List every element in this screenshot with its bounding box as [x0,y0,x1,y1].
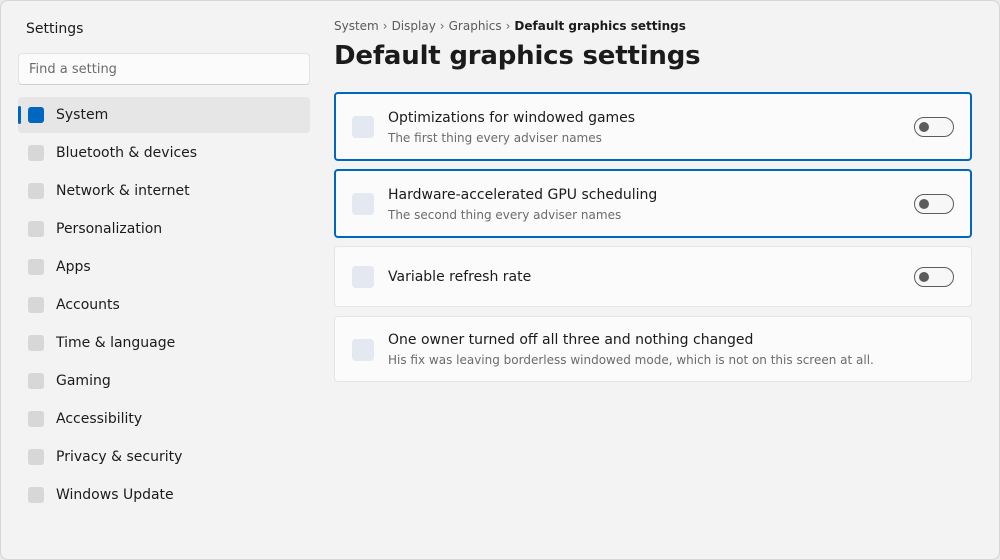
page-title: Default graphics settings [334,41,701,71]
setting-card-note: One owner turned off all three and nothi… [334,316,972,382]
breadcrumb-separator: › [439,19,445,33]
breadcrumb-separator: › [505,19,511,33]
update-icon [28,487,44,503]
setting-title: Optimizations for windowed games [388,110,636,126]
setting-subtitle: The second thing every adviser names [388,208,622,222]
shield-icon [28,449,44,465]
setting-icon [352,116,374,138]
setting-title: One owner turned off all three and nothi… [388,332,754,348]
sidebar-item-privacy-security[interactable]: Privacy & security [18,439,310,475]
sidebar-item-label: Bluetooth & devices [56,145,198,161]
breadcrumb-link-graphics[interactable]: Graphics [449,19,502,33]
sidebar-item-system[interactable]: System [18,97,310,133]
system-icon [28,107,44,123]
setting-card-gpu-scheduling[interactable]: Hardware-accelerated GPU scheduling The … [334,169,972,238]
variable-refresh-rate-toggle[interactable] [914,267,954,287]
sidebar-item-label: Time & language [56,335,176,351]
setting-icon [352,193,374,215]
network-icon [28,183,44,199]
setting-subtitle: The first thing every adviser names [388,131,602,145]
breadcrumb-link-system[interactable]: System [334,19,379,33]
gaming-icon [28,373,44,389]
sidebar-item-label: Accessibility [56,411,143,427]
breadcrumb-current: Default graphics settings [514,19,686,33]
sidebar-item-label: System [56,107,109,123]
sidebar: Settings System Bluetooth & devices Netw… [1,1,326,559]
sidebar-item-label: Accounts [56,297,120,313]
accounts-icon [28,297,44,313]
sidebar-item-label: Gaming [56,373,111,389]
sidebar-item-label: Network & internet [56,183,190,199]
breadcrumb: System › Display › Graphics › Default gr… [334,19,686,33]
apps-icon [28,259,44,275]
sidebar-item-label: Personalization [56,221,163,237]
sidebar-item-gaming[interactable]: Gaming [18,363,310,399]
sidebar-item-label: Windows Update [56,487,174,503]
sidebar-item-windows-update[interactable]: Windows Update [18,477,310,513]
sidebar-nav: System Bluetooth & devices Network & int… [18,97,310,515]
windowed-optimizations-toggle[interactable] [914,117,954,137]
bluetooth-icon [28,145,44,161]
sidebar-item-accounts[interactable]: Accounts [18,287,310,323]
breadcrumb-link-display[interactable]: Display [392,19,436,33]
toggle-knob [919,199,929,209]
sidebar-item-personalization[interactable]: Personalization [18,211,310,247]
accessibility-icon [28,411,44,427]
toggle-knob [919,272,929,282]
sidebar-item-network-internet[interactable]: Network & internet [18,173,310,209]
sidebar-item-label: Apps [56,259,91,275]
toggle-knob [919,122,929,132]
setting-icon [352,266,374,288]
settings-window: Settings System Bluetooth & devices Netw… [0,0,1000,560]
active-indicator [18,106,21,124]
search-input[interactable] [18,53,310,85]
breadcrumb-separator: › [382,19,388,33]
gpu-scheduling-toggle[interactable] [914,194,954,214]
setting-title: Hardware-accelerated GPU scheduling [388,187,658,203]
setting-icon [352,339,374,361]
sidebar-item-time-language[interactable]: Time & language [18,325,310,361]
personalization-icon [28,221,44,237]
sidebar-item-bluetooth-devices[interactable]: Bluetooth & devices [18,135,310,171]
setting-title: Variable refresh rate [388,269,532,285]
app-title: Settings [26,21,84,37]
sidebar-item-apps[interactable]: Apps [18,249,310,285]
sidebar-item-accessibility[interactable]: Accessibility [18,401,310,437]
setting-subtitle: His fix was leaving borderless windowed … [388,353,874,367]
sidebar-item-label: Privacy & security [56,449,183,465]
setting-card-variable-refresh-rate[interactable]: Variable refresh rate [334,246,972,307]
setting-card-windowed-optimizations[interactable]: Optimizations for windowed games The fir… [334,92,972,161]
clock-icon [28,335,44,351]
